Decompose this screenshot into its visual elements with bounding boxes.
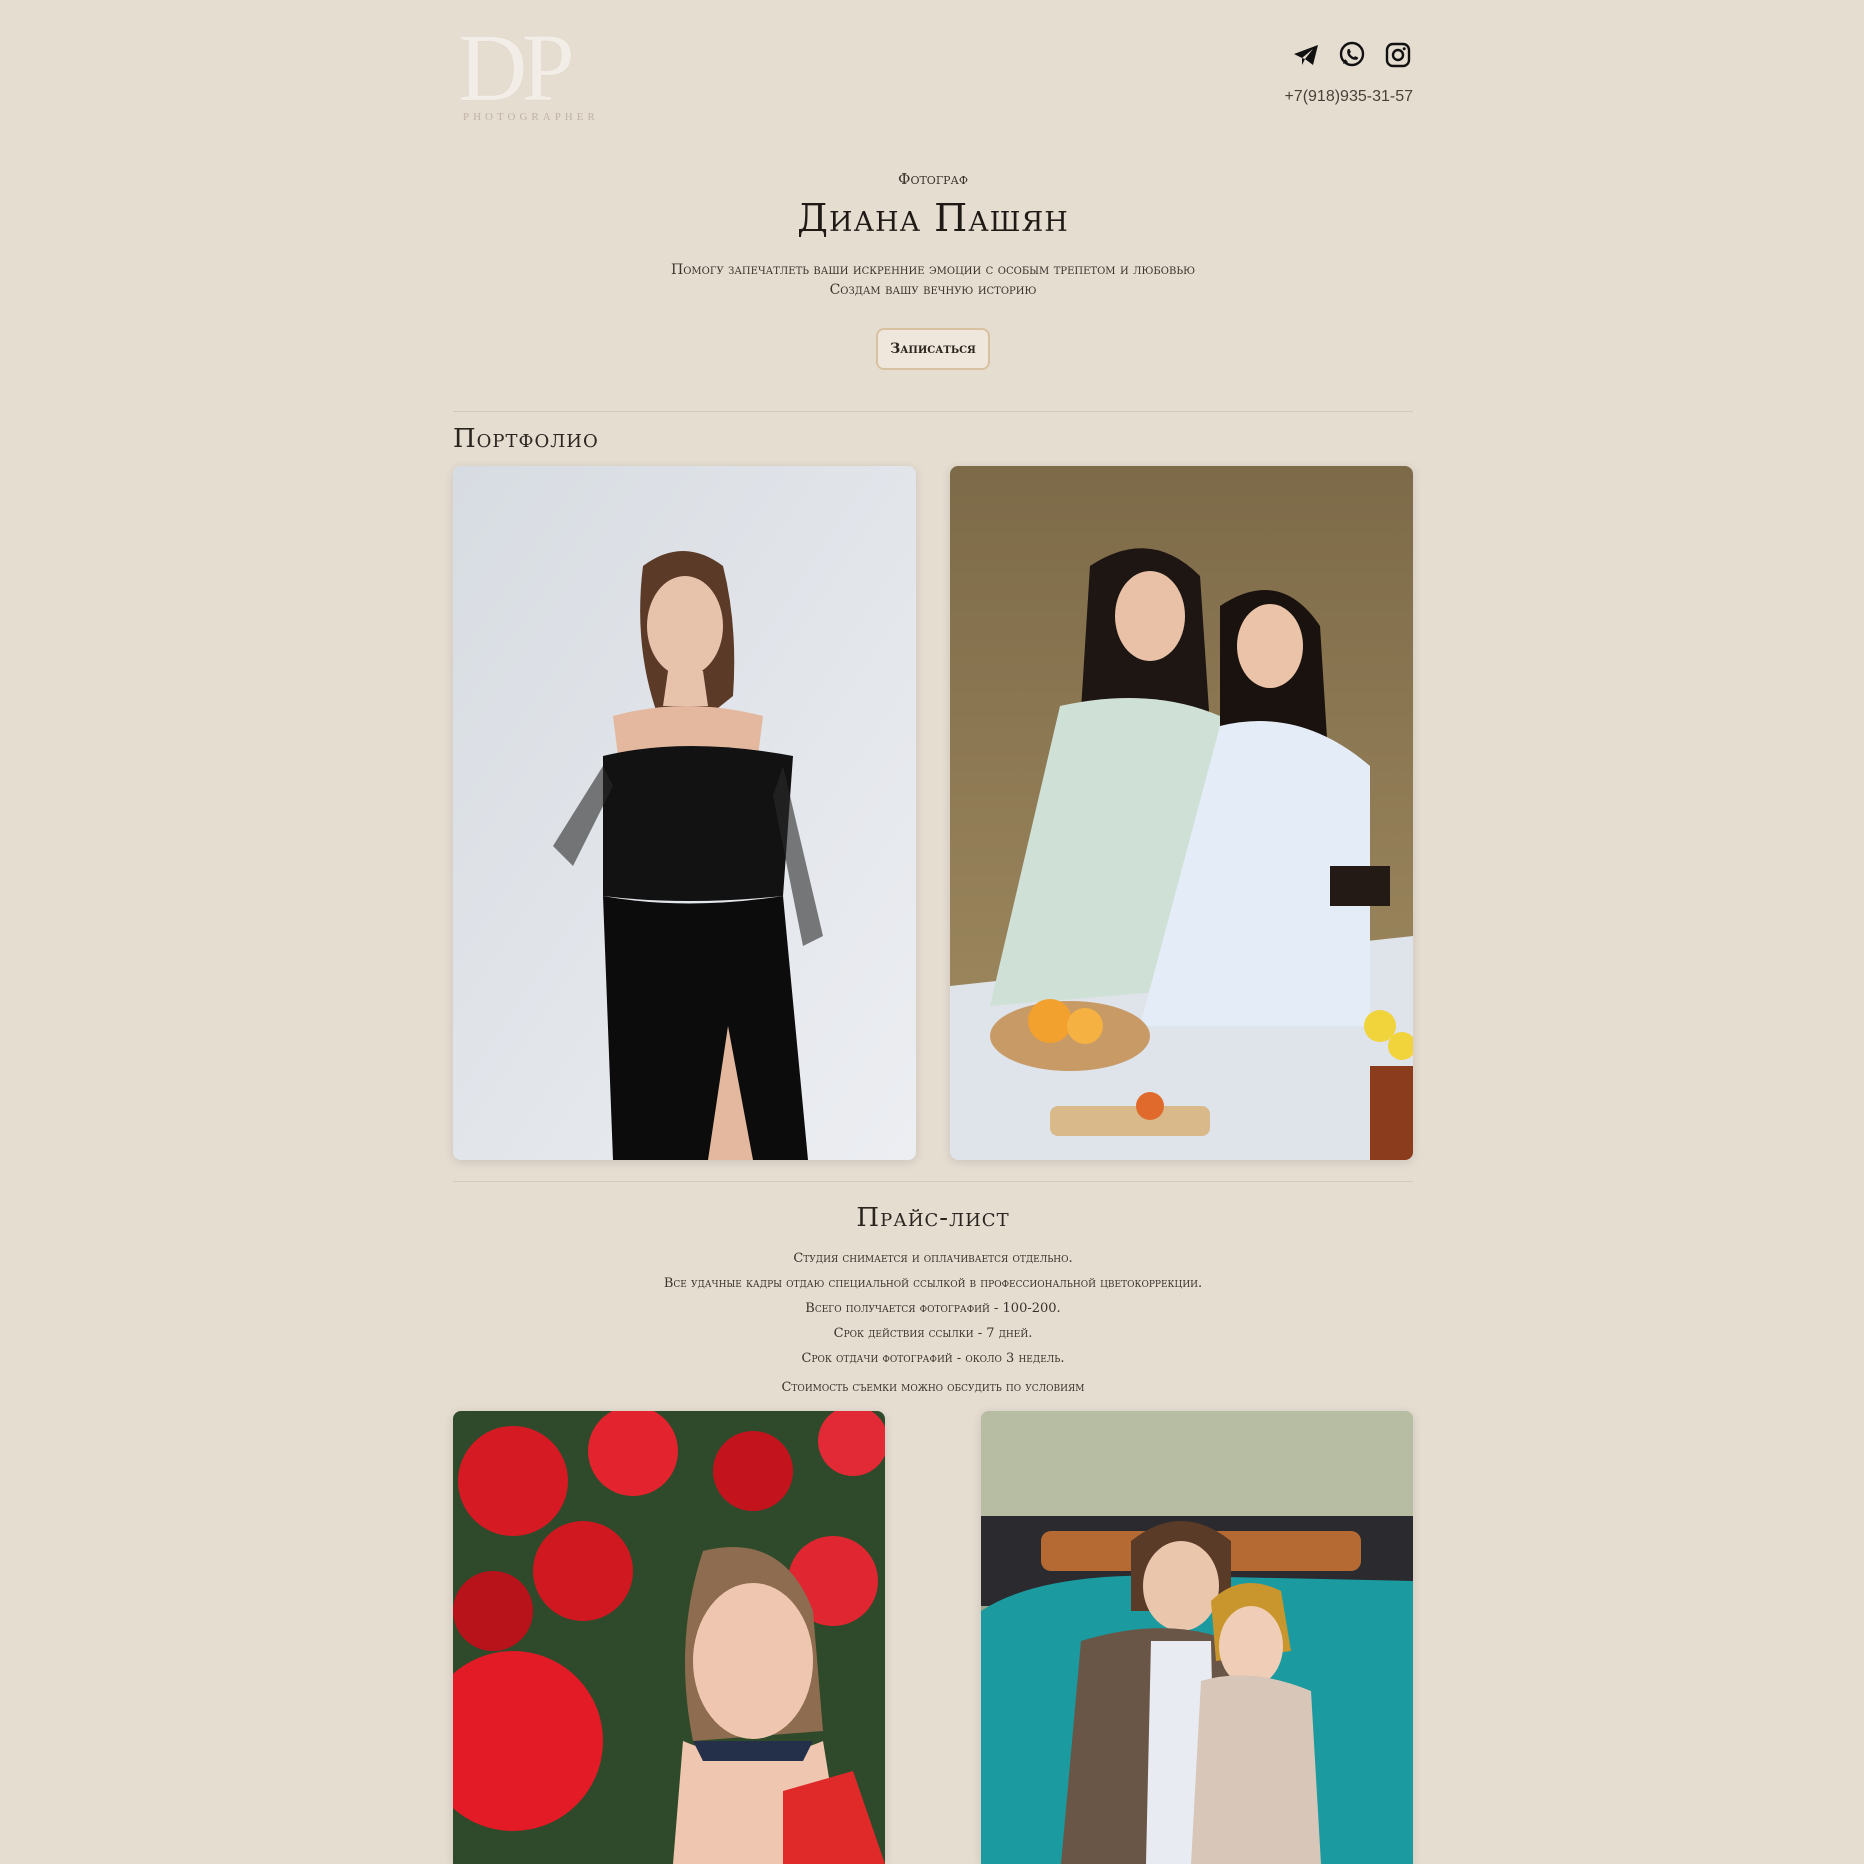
price-line: Студия снимается и оплачивается отдельно… [793,1251,1073,1266]
price-line: Всего получается фотографий - 100-200. [805,1301,1061,1316]
price-list-title: Прайс-лист [856,1203,1010,1233]
portfolio-photo-woman-black-dress[interactable] [453,466,916,1160]
hero-description: Помогу запечатлеть ваши искренние эмоции… [453,260,1413,300]
instagram-icon[interactable] [1383,40,1413,70]
divider [453,411,1413,412]
hero-kicker: Фотограф [898,170,968,188]
price-photo-couple-car[interactable] [981,1411,1413,1864]
price-list-details: Студия снимается и оплачивается отдельно… [453,1246,1413,1371]
portfolio-title: Портфолио [453,424,599,454]
logo[interactable]: DP PHOTOGRAPHER [458,14,599,124]
social-links [1291,40,1413,70]
price-photo-woman-roses[interactable] [453,1411,885,1864]
hero-line-2: Создам вашу вечную историю [829,282,1037,298]
portfolio-photo-picnic[interactable] [950,466,1413,1160]
photographer-name: Диана Пашян [797,196,1069,240]
divider [453,1181,1413,1182]
whatsapp-icon[interactable] [1337,40,1367,70]
logo-subtitle: PHOTOGRAPHER [463,111,599,123]
price-line: Срок отдачи фотографий - около 3 недель. [801,1351,1065,1366]
hero-line-1: Помогу запечатлеть ваши искренние эмоции… [670,262,1196,278]
price-note: Стоимость съемки можно обсудить по услов… [781,1380,1085,1395]
book-button[interactable]: Записаться [876,328,990,370]
logo-letters: DP [458,14,575,121]
price-line: Все удачные кадры отдаю специальной ссыл… [663,1276,1203,1291]
telegram-icon[interactable] [1291,40,1321,70]
price-line: Срок действия ссылки - 7 дней. [833,1326,1033,1341]
phone-number[interactable]: +7(918)935-31-57 [1284,88,1413,106]
hero-section: Фотограф Диана Пашян Помогу запечатлеть … [453,170,1413,370]
